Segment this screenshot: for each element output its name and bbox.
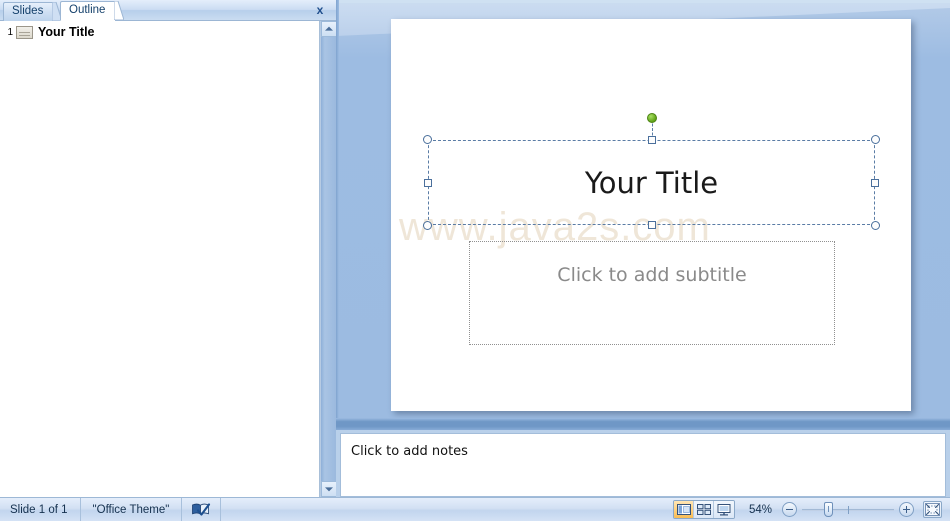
- title-text: Your Title: [584, 165, 719, 200]
- notes-placeholder-label: Click to add notes: [351, 444, 468, 459]
- title-placeholder[interactable]: Your Title: [423, 113, 880, 230]
- fit-to-window-icon: [925, 503, 940, 516]
- pane-tabstrip: Slides Outline x: [0, 0, 336, 21]
- slide-thumbnail-icon: [16, 25, 33, 39]
- view-mode-buttons: [673, 500, 735, 519]
- slide-show-button[interactable]: [714, 501, 734, 518]
- resize-handle-top-right[interactable]: [871, 135, 880, 144]
- outline-vertical-scrollbar[interactable]: [320, 21, 337, 497]
- scrollbar-track[interactable]: [321, 37, 336, 481]
- zoom-slider-tick: [848, 506, 849, 514]
- normal-view-button[interactable]: [674, 501, 694, 518]
- slide-number: 1: [7, 26, 13, 38]
- scroll-down-arrow-icon[interactable]: [321, 481, 337, 497]
- slide-sorter-button[interactable]: [694, 501, 714, 518]
- notes-pane: Click to add notes: [336, 430, 950, 497]
- resize-handle-bottom-left[interactable]: [423, 221, 432, 230]
- zoom-slider[interactable]: [802, 502, 894, 517]
- zoom-level-label[interactable]: 54%: [744, 504, 772, 516]
- status-bar-controls: 54%: [673, 500, 950, 519]
- notes-input[interactable]: Click to add notes: [340, 433, 946, 497]
- subtitle-placeholder-label: Click to add subtitle: [557, 264, 747, 286]
- slide-sorter-icon: [696, 504, 711, 515]
- outline-item-label: Your Title: [38, 25, 95, 39]
- resize-handle-bottom-right[interactable]: [871, 221, 880, 230]
- list-item[interactable]: 1 Your Title: [2, 23, 95, 41]
- rotation-handle[interactable]: [646, 113, 657, 123]
- close-icon[interactable]: x: [312, 3, 328, 18]
- resize-handle-middle-left[interactable]: [424, 178, 432, 187]
- zoom-out-button[interactable]: [782, 502, 797, 517]
- tab-slides[interactable]: Slides: [3, 2, 63, 21]
- slide-editing-area: www.java2s.com Click to add subtitle You…: [336, 0, 950, 418]
- triangle-down-icon: [325, 487, 333, 492]
- tab-outline-slant: [114, 1, 125, 20]
- powerpoint-window: Slides Outline x 1 Your Title www.java2s…: [0, 0, 950, 521]
- resize-handle-top-center[interactable]: [647, 136, 656, 144]
- tab-outline-label: Outline: [69, 4, 106, 16]
- outline-content-area[interactable]: 1 Your Title: [0, 21, 320, 497]
- status-spell-check[interactable]: [182, 498, 222, 521]
- status-bar: Slide 1 of 1 "Office Theme" 54%: [0, 497, 950, 521]
- subtitle-placeholder[interactable]: Click to add subtitle: [469, 241, 835, 345]
- zoom-slider-thumb[interactable]: [824, 502, 833, 517]
- status-theme-name[interactable]: "Office Theme": [81, 498, 183, 521]
- outline-pane: Slides Outline x 1 Your Title: [0, 0, 337, 497]
- zoom-in-button[interactable]: [899, 502, 914, 517]
- fit-to-window-button[interactable]: [923, 501, 942, 518]
- resize-handle-top-left[interactable]: [423, 135, 432, 144]
- notes-pane-splitter[interactable]: [336, 418, 950, 430]
- resize-handle-bottom-center[interactable]: [647, 221, 656, 229]
- tab-slides-label: Slides: [12, 5, 44, 17]
- status-slide-count[interactable]: Slide 1 of 1: [0, 498, 81, 521]
- scroll-up-arrow-icon[interactable]: [321, 21, 337, 37]
- spell-check-icon: [191, 502, 211, 517]
- slide-show-icon: [717, 503, 731, 515]
- editing-area-left-edge: [336, 0, 339, 418]
- slide-canvas[interactable]: www.java2s.com Click to add subtitle You…: [391, 19, 911, 411]
- triangle-up-icon: [325, 26, 333, 31]
- resize-handle-middle-right[interactable]: [871, 178, 879, 187]
- normal-view-icon: [676, 504, 691, 515]
- tab-outline[interactable]: Outline: [60, 1, 125, 21]
- editing-area-top-edge: [336, 0, 950, 3]
